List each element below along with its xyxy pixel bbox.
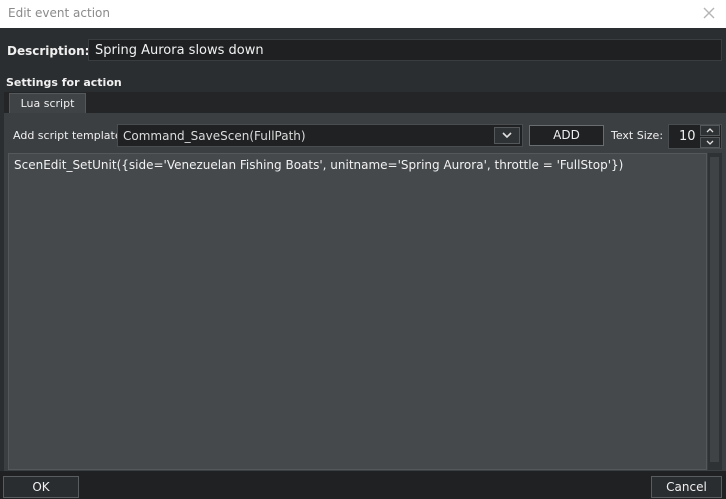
chevron-up-icon [701,126,719,135]
text-size-increase-button[interactable] [700,125,720,136]
tab-strip: Lua script [4,92,726,113]
window-title: Edit event action [8,6,110,20]
tab-lua-script[interactable]: Lua script [9,93,86,113]
script-template-label: Add script template [13,129,122,142]
footer-bar [0,471,726,499]
script-template-value: Command_SaveScen(FullPath) [123,129,306,143]
lua-code-editor[interactable]: ScenEdit_SetUnit({side='Venezuelan Fishi… [8,153,707,470]
text-size-decrease-button[interactable] [700,137,720,148]
template-dropdown-button[interactable] [494,127,520,144]
text-size-label: Text Size: [611,129,664,142]
title-bar: Edit event action [0,0,726,28]
cancel-button[interactable]: Cancel [651,476,722,498]
editor-scrollbar[interactable] [707,153,722,470]
script-template-select[interactable]: Command_SaveScen(FullPath) [117,124,523,147]
lua-code-text[interactable]: ScenEdit_SetUnit({side='Venezuelan Fishi… [14,158,623,172]
text-size-spinner[interactable]: 10 [668,124,722,149]
close-icon[interactable] [700,4,718,22]
add-template-button[interactable]: ADD [529,125,604,146]
chevron-down-icon [701,138,719,147]
editor-scrollbar-thumb[interactable] [710,157,719,462]
description-label: Description: [7,44,90,58]
description-input[interactable] [88,39,722,61]
text-size-value[interactable]: 10 [679,129,696,144]
chevron-down-icon [495,128,519,143]
ok-button[interactable]: OK [3,476,79,498]
settings-label: Settings for action [6,76,122,89]
